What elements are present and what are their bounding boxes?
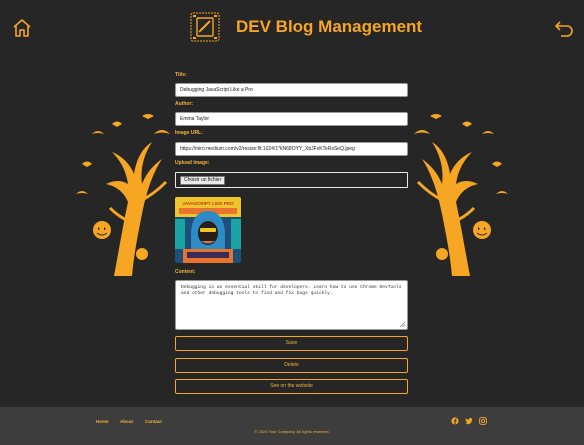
- choose-file-button[interactable]: Choisir un fichier: [180, 176, 226, 185]
- footer-link-about[interactable]: About: [120, 419, 133, 424]
- facebook-icon[interactable]: [451, 417, 459, 425]
- halloween-tree-left-illustration: [76, 114, 170, 276]
- twitter-icon[interactable]: [465, 417, 473, 425]
- title-label: Title:: [175, 72, 187, 78]
- upload-image-input[interactable]: Choisir un fichier: [175, 172, 408, 188]
- blog-image-preview: JAVASCRIPT LIKE PRO: [175, 197, 241, 263]
- footer-link-contact[interactable]: Contact: [145, 419, 162, 424]
- see-on-website-button[interactable]: See on the website: [175, 379, 408, 394]
- save-button[interactable]: Save: [175, 336, 408, 351]
- image-url-label: Image URL:: [175, 130, 203, 136]
- footer: Home About Contact © 2024 Your Company. …: [0, 407, 584, 445]
- back-arrow-icon[interactable]: [554, 18, 574, 38]
- halloween-tree-right-illustration: [414, 114, 508, 276]
- resize-grip-icon[interactable]: [399, 321, 405, 327]
- code-book-logo-icon: [190, 12, 220, 42]
- preview-caption: JAVASCRIPT LIKE PRO: [182, 201, 234, 206]
- content-label: Content:: [175, 269, 196, 275]
- header: DEV Blog Management: [0, 0, 584, 58]
- delete-button[interactable]: Delete: [175, 358, 408, 373]
- upload-image-label: Upload Image:: [175, 160, 210, 166]
- content-textarea[interactable]: Debugging is an essential skill for deve…: [175, 280, 408, 330]
- content-text: Debugging is an essential skill for deve…: [181, 285, 402, 296]
- footer-link-home[interactable]: Home: [96, 419, 109, 424]
- image-url-input[interactable]: https://miro.medium.com/v2/resize:fit:10…: [175, 142, 408, 156]
- copyright-text: © 2024 Your Company. All rights reserved…: [254, 429, 330, 434]
- app-title: DEV Blog Management: [236, 17, 423, 36]
- instagram-icon[interactable]: [479, 417, 487, 425]
- title-input[interactable]: Debugging JavaScript Like a Pro: [175, 83, 408, 97]
- author-label: Author:: [175, 101, 194, 107]
- author-input[interactable]: Emma Taylor: [175, 112, 408, 126]
- home-icon[interactable]: [12, 18, 32, 38]
